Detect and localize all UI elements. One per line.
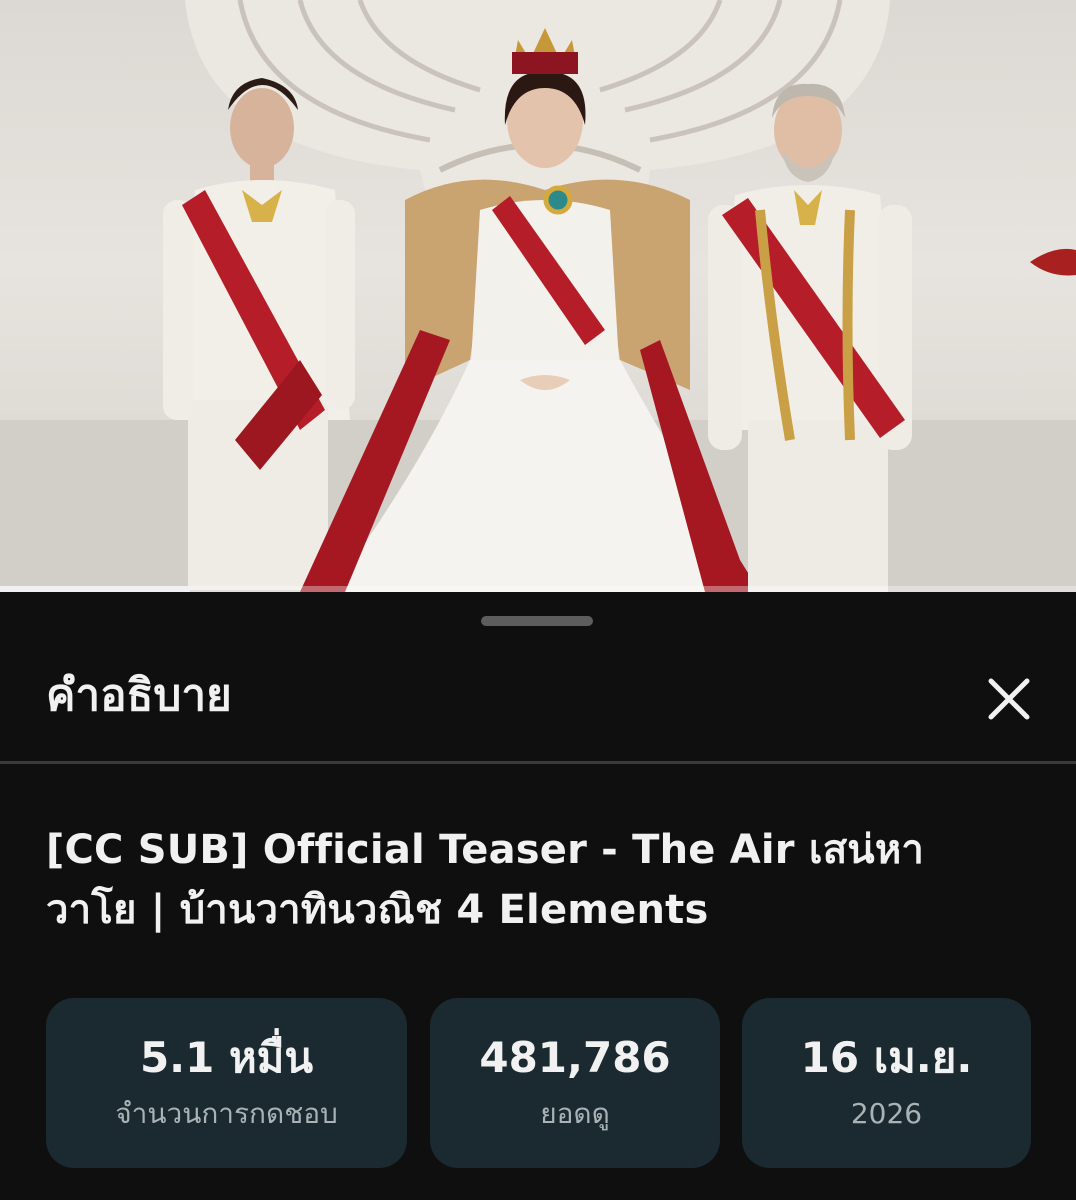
video-title: [CC SUB] Official Teaser - The Air เสน่ห… — [46, 827, 925, 933]
video-player[interactable] — [0, 0, 1076, 592]
views-count: 481,786 — [479, 1033, 671, 1082]
video-frame — [0, 0, 1076, 592]
publish-date: 16 เม.ย. — [800, 1033, 973, 1082]
views-stat: 481,786 ยอดดู — [430, 998, 720, 1168]
views-label: ยอดดู — [540, 1097, 610, 1130]
close-icon — [988, 678, 1030, 720]
date-stat: 16 เม.ย. 2026 — [742, 998, 1031, 1168]
sheet-header: คำอธิบาย — [0, 648, 1076, 762]
likes-label: จำนวนการกดชอบ — [115, 1097, 338, 1130]
drag-handle[interactable] — [481, 616, 593, 626]
description-sheet: คำอธิบาย [CC SUB] Official Teaser - The … — [0, 592, 1076, 1200]
sheet-title: คำอธิบาย — [46, 670, 232, 721]
likes-stat: 5.1 หมื่น จำนวนการกดชอบ — [46, 998, 407, 1168]
publish-year: 2026 — [850, 1097, 923, 1130]
close-button[interactable] — [970, 660, 1048, 738]
header-divider — [0, 761, 1076, 764]
figure-left — [163, 78, 355, 590]
likes-count: 5.1 หมื่น — [139, 1033, 314, 1082]
